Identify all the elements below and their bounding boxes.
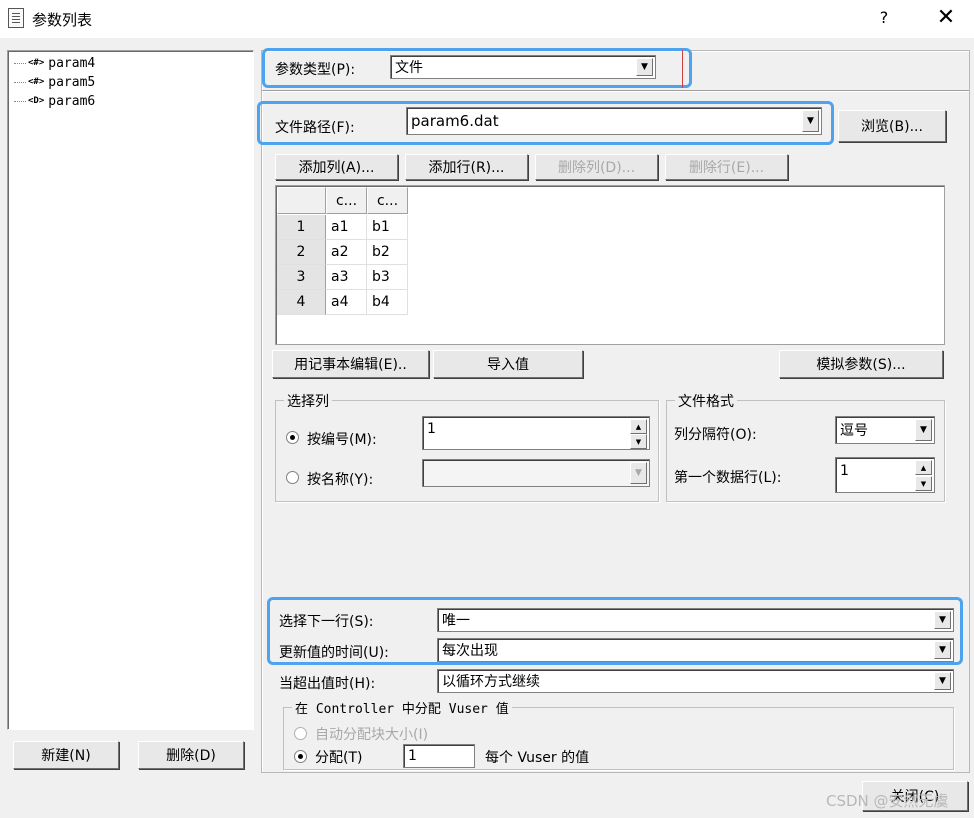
by-number-radio[interactable]: [286, 431, 299, 444]
file-format-title: 文件格式: [675, 391, 737, 411]
grid-cell[interactable]: a2: [326, 240, 367, 265]
grid-corner: [277, 187, 326, 214]
add-column-button[interactable]: 添加列(A)...: [275, 154, 398, 180]
auto-allocate-radio[interactable]: [294, 727, 307, 740]
chevron-down-icon[interactable]: ▼: [636, 58, 653, 76]
grid-cell[interactable]: b3: [367, 265, 408, 290]
grid-cell[interactable]: a1: [326, 215, 367, 240]
title-bar: [0, 0, 974, 38]
chevron-down-icon[interactable]: ▼: [915, 419, 932, 441]
delete-button[interactable]: 删除(D): [138, 741, 244, 769]
help-button[interactable]: ?: [872, 6, 896, 30]
new-button[interactable]: 新建(N): [13, 741, 119, 769]
param-type-select[interactable]: 文件 ▼: [390, 55, 656, 79]
chevron-down-icon[interactable]: ▼: [934, 672, 951, 690]
tree-item-param5[interactable]: <#> param5: [14, 73, 95, 91]
grid-cell[interactable]: a4: [326, 290, 367, 315]
allocate-label: 分配(T): [315, 750, 363, 766]
select-next-row-label: 选择下一行(S):: [279, 614, 374, 630]
delete-row-button[interactable]: 删除行(E)...: [665, 154, 788, 180]
column-name-select[interactable]: ▼: [422, 459, 650, 487]
per-vuser-label: 每个 Vuser 的值: [485, 750, 590, 766]
edit-with-notepad-button[interactable]: 用记事本编辑(E)..: [272, 350, 429, 378]
delete-column-button[interactable]: 删除列(D)...: [535, 154, 658, 180]
file-path-label: 文件路径(F):: [275, 120, 355, 136]
column-header[interactable]: c...: [367, 187, 408, 214]
tree-item-param6[interactable]: <D> param6: [14, 92, 95, 110]
watermark: CSDN @安然无虞: [826, 792, 949, 810]
data-grid[interactable]: c... c... 1 a1 b1 2 a2 b2 3 a3 b3 4 a4 b…: [275, 185, 945, 345]
first-data-row-label: 第一个数据行(L):: [674, 470, 782, 486]
parameter-tree[interactable]: [7, 50, 254, 730]
by-name-radio[interactable]: [286, 471, 299, 484]
file-param-icon: <D>: [28, 96, 45, 106]
select-column-title: 选择列: [284, 391, 332, 411]
window-title: 参数列表: [32, 11, 93, 29]
number-param-icon: <#>: [28, 77, 45, 87]
grid-cell[interactable]: a3: [326, 265, 367, 290]
first-data-row-stepper[interactable]: 1 ▲ ▼: [835, 457, 935, 493]
grid-cell[interactable]: b1: [367, 215, 408, 240]
file-path-input[interactable]: param6.dat ▼: [406, 107, 822, 135]
out-of-values-label: 当超出值时(H):: [279, 676, 376, 692]
spin-down-icon[interactable]: ▼: [915, 476, 932, 491]
row-number[interactable]: 3: [277, 265, 326, 290]
column-number-stepper[interactable]: 1 ▲ ▼: [422, 416, 650, 450]
column-header[interactable]: c...: [326, 187, 367, 214]
add-row-button[interactable]: 添加行(R)...: [405, 154, 528, 180]
update-value-select[interactable]: 每次出现 ▼: [437, 638, 954, 662]
spin-down-icon[interactable]: ▼: [630, 434, 647, 449]
row-number[interactable]: 1: [277, 215, 326, 240]
row-number[interactable]: 2: [277, 240, 326, 265]
chevron-down-icon[interactable]: ▼: [802, 110, 819, 132]
close-window-icon[interactable]: ✕: [932, 6, 960, 32]
browse-button[interactable]: 浏览(B)...: [838, 110, 946, 142]
grid-cell[interactable]: b4: [367, 290, 408, 315]
grid-cell[interactable]: b2: [367, 240, 408, 265]
document-icon: [8, 8, 24, 28]
chevron-down-icon[interactable]: ▼: [934, 641, 951, 659]
allocate-input[interactable]: 1: [403, 744, 475, 768]
param-type-label: 参数类型(P):: [275, 62, 356, 78]
simulate-parameter-button[interactable]: 模拟参数(S)...: [779, 350, 943, 378]
out-of-values-select[interactable]: 以循环方式继续 ▼: [437, 669, 954, 693]
chevron-down-icon[interactable]: ▼: [630, 462, 647, 484]
delimiter-select[interactable]: 逗号 ▼: [835, 416, 935, 444]
row-number[interactable]: 4: [277, 290, 326, 315]
update-value-label: 更新值的时间(U):: [279, 645, 389, 661]
spin-up-icon[interactable]: ▲: [630, 419, 647, 434]
controller-group-title: 在 Controller 中分配 Vuser 值: [292, 698, 512, 717]
chevron-down-icon[interactable]: ▼: [934, 611, 951, 629]
divider: [262, 90, 969, 92]
auto-allocate-label: 自动分配块大小(I): [315, 727, 429, 743]
delimiter-label: 列分隔符(O):: [674, 427, 757, 443]
number-param-icon: <#>: [28, 58, 45, 68]
by-name-label: 按名称(Y):: [307, 472, 374, 488]
cursor-line: [682, 50, 683, 88]
spin-up-icon[interactable]: ▲: [915, 460, 932, 475]
by-number-label: 按编号(M):: [307, 432, 377, 448]
import-values-button[interactable]: 导入值: [433, 350, 583, 378]
tree-item-param4[interactable]: <#> param4: [14, 54, 95, 72]
allocate-radio[interactable]: [294, 750, 307, 763]
select-next-row-select[interactable]: 唯一 ▼: [437, 608, 954, 632]
